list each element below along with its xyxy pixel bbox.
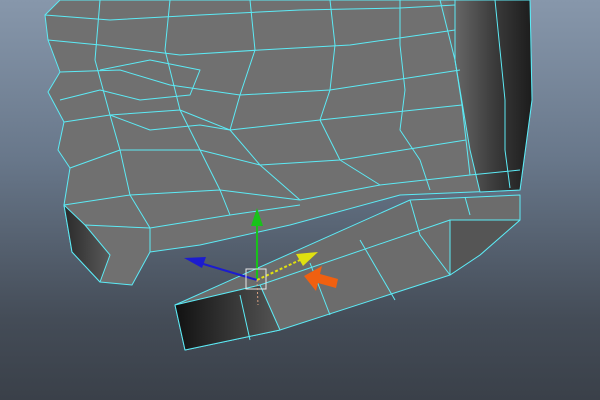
3d-viewport[interactable] — [0, 0, 600, 400]
mesh-canvas[interactable] — [0, 0, 600, 400]
x-axis-handle[interactable] — [199, 262, 258, 281]
x-axis-arrow-icon[interactable] — [184, 257, 206, 268]
